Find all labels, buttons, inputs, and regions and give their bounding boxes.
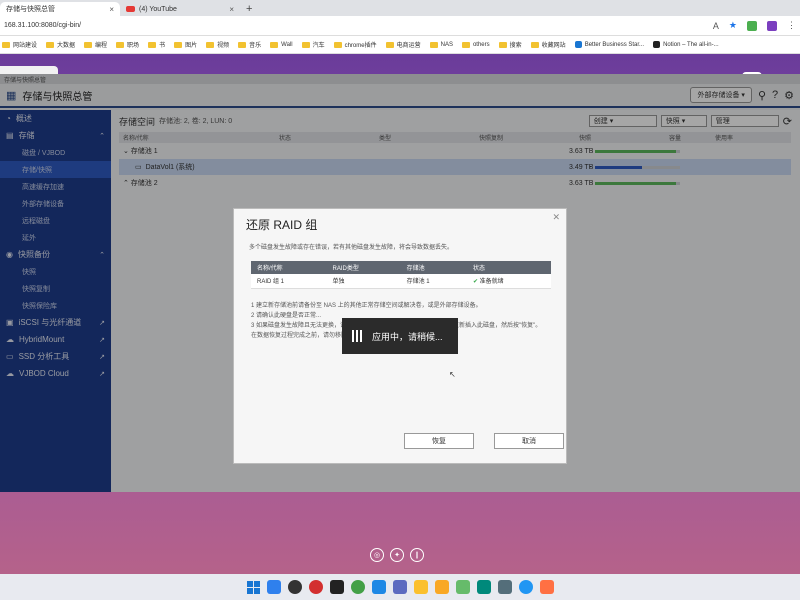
translate-icon[interactable]: A: [713, 21, 719, 31]
bookmark-item[interactable]: 搜索: [498, 40, 522, 49]
dialog-warning: 多个磁盘发生故障或存在错误，若有其他磁盘发生故障，将会导致数据丢失。: [249, 245, 454, 251]
folder-icon: [530, 41, 539, 48]
tab-label: 存储与快照总管: [6, 6, 55, 13]
bookmark-item[interactable]: 图片: [174, 40, 197, 49]
vscode-icon[interactable]: [266, 580, 281, 594]
folder-icon: [270, 41, 279, 48]
folder-icon: [238, 41, 247, 48]
folder-icon: [174, 41, 183, 48]
app-icon[interactable]: [287, 580, 302, 594]
folder-icon[interactable]: [413, 580, 428, 594]
folder-icon: [385, 41, 394, 48]
calculator-icon[interactable]: [497, 580, 512, 594]
app-icon[interactable]: [539, 580, 554, 594]
dialog-title: 还原 RAID 组: [246, 218, 318, 232]
bookmark-item[interactable]: 大数据: [46, 40, 75, 49]
bookmark-item[interactable]: 汽车: [301, 40, 325, 49]
app-icon[interactable]: [329, 580, 344, 594]
bookmark-item[interactable]: 编程: [84, 40, 107, 49]
close-icon[interactable]: ×: [229, 5, 234, 14]
loading-text: 应用中，请稍候...: [372, 331, 443, 342]
app-icon[interactable]: [350, 580, 365, 594]
folder-icon: [148, 41, 157, 48]
loading-toast: 应用中，请稍候...: [342, 318, 458, 354]
app-icon[interactable]: [371, 580, 386, 594]
menu-icon[interactable]: ⋮: [787, 20, 796, 31]
url-field[interactable]: 168.31.100:8080/cgi-bin/: [4, 22, 81, 29]
bookmark-item[interactable]: 电商运营: [385, 40, 421, 49]
tab-label: (4) YouTube: [139, 5, 177, 13]
folder-icon: [498, 41, 507, 48]
extension-icon[interactable]: [767, 20, 777, 31]
folder-icon: [206, 41, 215, 48]
bookmark-item[interactable]: 网站建设: [2, 40, 37, 49]
app-icon[interactable]: [308, 580, 323, 594]
folder-icon: [333, 41, 342, 48]
bookmark-item[interactable]: 音乐: [238, 40, 261, 49]
bookmark-item[interactable]: Wall: [270, 41, 293, 48]
bookmark-item[interactable]: NAS: [429, 41, 453, 48]
star-icon[interactable]: ★: [729, 20, 737, 31]
folder-icon: [84, 41, 93, 48]
app-icon[interactable]: [392, 580, 407, 594]
bookmark-item[interactable]: Better Business Star...: [574, 41, 644, 48]
bookmark-item[interactable]: 视频: [206, 40, 229, 49]
tools-icon[interactable]: ✦: [390, 548, 404, 562]
spinner-icon: [352, 330, 364, 342]
folder-icon: [429, 41, 438, 48]
extension-icon[interactable]: [747, 20, 757, 31]
windows-start-icon[interactable]: [246, 580, 260, 594]
windows-taskbar: [0, 574, 800, 600]
pause-icon[interactable]: ∥: [410, 548, 424, 562]
youtube-icon: [126, 6, 135, 12]
bookmark-item[interactable]: 职场: [116, 40, 139, 49]
bookmark-item[interactable]: chrome插件: [333, 40, 377, 49]
tab-storage[interactable]: 存储与快照总管 ×: [0, 2, 120, 16]
folder-icon: [2, 41, 10, 48]
bookmark-item[interactable]: others: [461, 41, 490, 48]
bookmark-item[interactable]: Notion – The all-in-...: [653, 41, 719, 48]
address-bar: 168.31.100:8080/cgi-bin/ A ★ ⋮: [0, 16, 800, 36]
folder-icon: [46, 41, 55, 48]
raid-table: 名称/代称 RAID类型 存储池 状态 RAID 组 1 单独 存储池 1 ✔ …: [251, 261, 551, 289]
dashboard-icon[interactable]: ◎: [370, 548, 384, 562]
bookmarks-bar: 网站建设 大数据 编程 职场 书 图片 视频 音乐 Wall 汽车 chrome…: [0, 36, 800, 54]
browser-tab-bar: 存储与快照总管 × (4) YouTube × +: [0, 0, 800, 16]
folder-icon: [461, 41, 470, 48]
tab-youtube[interactable]: (4) YouTube ×: [120, 2, 240, 16]
app-icon[interactable]: [434, 580, 449, 594]
cancel-button[interactable]: 取消: [494, 433, 564, 449]
recover-button[interactable]: 恢复: [404, 433, 474, 449]
check-icon: ✔: [472, 279, 478, 286]
bookmark-item[interactable]: 书: [148, 40, 165, 49]
app-icon[interactable]: [476, 580, 491, 594]
mouse-pointer-icon: ↖: [449, 370, 456, 379]
new-tab-button[interactable]: +: [240, 3, 258, 16]
folder-icon: [301, 41, 310, 48]
close-icon[interactable]: ×: [109, 5, 114, 14]
notion-icon: [653, 41, 661, 48]
qts-dock: ◎ ✦ ∥: [370, 548, 424, 562]
table-row: RAID 组 1 单独 存储池 1 ✔ 准备就绪: [251, 274, 551, 289]
close-icon[interactable]: ✕: [552, 212, 560, 223]
edge-icon[interactable]: [518, 580, 533, 594]
folder-icon: [116, 41, 125, 48]
app-icon[interactable]: [455, 580, 470, 594]
globe-icon: [574, 41, 582, 48]
bookmark-item[interactable]: 收藏网站: [530, 40, 566, 49]
